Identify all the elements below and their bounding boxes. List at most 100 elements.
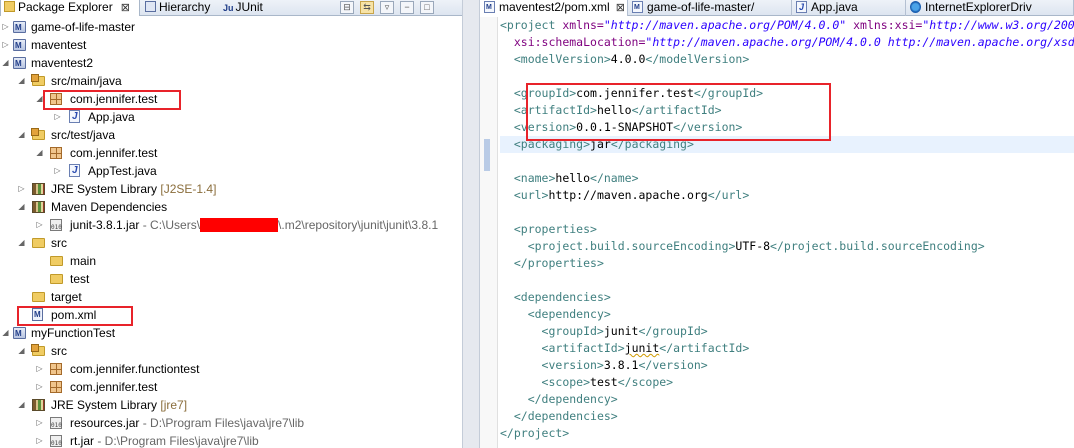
code-line: <properties> (513, 222, 597, 236)
package-icon (50, 147, 62, 159)
view-menu-button[interactable]: ▿ (380, 1, 394, 14)
collapse-arrow-icon[interactable]: ◢ (17, 396, 26, 414)
pom-editor: maventest2/pom.xml ⊠ game-of-life-master/… (480, 0, 1074, 448)
maven-project-icon (13, 37, 26, 55)
view-splitter[interactable] (462, 0, 480, 448)
tree-item-label: junit-3.8.1.jar (70, 218, 140, 232)
expand-arrow-icon[interactable]: ▷ (1, 18, 10, 36)
pom-file-icon (484, 1, 495, 13)
java-file-icon (796, 1, 807, 13)
code-line: <artifactId>junit</artifactId> (541, 341, 750, 355)
tree-item-label: App.java (88, 110, 135, 124)
editor-tab-ie-driver[interactable]: InternetExplorerDriv (906, 0, 1074, 16)
ie-icon (910, 1, 921, 13)
tree-item-label: com.jennifer.functiontest (70, 362, 200, 376)
maximize-button[interactable]: □ (420, 1, 434, 14)
package-explorer-view: Package Explorer ⊠ Hierarchy Ju JUnit ⊟ ⇆ ▿ −… (0, 0, 462, 448)
collapse-arrow-icon[interactable]: ◢ (1, 54, 10, 72)
collapse-arrow-icon[interactable]: ◢ (17, 342, 26, 360)
tree-item-label: com.jennifer.test (70, 380, 158, 394)
collapse-arrow-icon[interactable]: ◢ (17, 72, 26, 90)
package-icon (50, 363, 62, 375)
code-line: </properties> (513, 256, 604, 270)
collapse-arrow-icon[interactable]: ◢ (17, 126, 26, 144)
tab-label: JUnit (235, 0, 263, 14)
editor-tab-game-of-life[interactable]: game-of-life-master/ (628, 0, 792, 16)
tree-item-label: JRE System Library (51, 182, 158, 196)
tab-label: Hierarchy (159, 0, 211, 14)
redaction-box (200, 218, 279, 232)
tree-item-label: game-of-life-master (31, 20, 136, 34)
java-file-icon (69, 162, 80, 180)
tab-label: maventest2/pom.xml (499, 0, 610, 14)
library-icon (32, 201, 45, 213)
code-line: <groupId>junit</groupId> (541, 324, 708, 338)
java-file-icon (69, 108, 80, 126)
code-line: xsi:schemaLocation="http://maven.apache.… (513, 35, 1074, 49)
editor-tab-maventest2-pom[interactable]: maventest2/pom.xml ⊠ (480, 0, 628, 16)
highlight-box-coordinates (526, 83, 831, 141)
editor-tab-app-java[interactable]: App.java (792, 0, 906, 16)
code-line: <url>http://maven.apache.org</url> (513, 188, 750, 202)
jar-icon (50, 417, 62, 435)
jar-path-suffix: \.m2\repository\junit\junit\3.8.1 (278, 218, 439, 232)
view-tab-bar: Package Explorer ⊠ Hierarchy Ju JUnit ⊟ ⇆ ▿ −… (0, 0, 462, 16)
tab-package-explorer[interactable]: Package Explorer ⊠ (0, 0, 140, 16)
tab-label: InternetExplorerDriv (925, 0, 1032, 14)
expand-arrow-icon[interactable]: ▷ (35, 414, 44, 432)
tab-junit[interactable]: Ju JUnit (220, 0, 272, 16)
tab-label: game-of-life-master/ (647, 0, 755, 14)
expand-arrow-icon[interactable]: ▷ (53, 162, 62, 180)
expand-arrow-icon[interactable]: ▷ (17, 180, 26, 198)
library-icon (32, 399, 45, 411)
tree-item-label: maventest2 (31, 56, 94, 70)
jar-path: - D:\Program Files\java\jre7\lib (94, 434, 259, 448)
collapse-arrow-icon[interactable]: ◢ (17, 234, 26, 252)
tab-hierarchy[interactable]: Hierarchy (142, 0, 216, 16)
tree-item-label: JRE System Library (51, 398, 158, 412)
expand-arrow-icon[interactable]: ▷ (35, 360, 44, 378)
source-folder-icon (31, 344, 45, 356)
code-line: <modelVersion>4.0.0</modelVersion> (513, 52, 750, 66)
collapse-all-button[interactable]: ⊟ (340, 1, 354, 14)
collapse-arrow-icon[interactable]: ◢ (1, 324, 10, 342)
tab-label: App.java (811, 0, 858, 14)
highlight-box-pom (17, 306, 133, 326)
tree-item-label: com.jennifer.test (70, 146, 158, 160)
jar-icon (50, 435, 62, 448)
highlight-box-package (43, 90, 181, 110)
minimize-button[interactable]: − (400, 1, 414, 14)
tree-item-label: Maven Dependencies (51, 200, 168, 214)
code-line: <version>3.8.1</version> (541, 358, 708, 372)
editor-ruler (480, 17, 498, 448)
tree-item-label: src/test/java (51, 128, 116, 142)
link-with-editor-button[interactable]: ⇆ (360, 1, 374, 14)
package-explorer-icon (4, 1, 15, 12)
change-marker (484, 139, 490, 171)
tree-item-label: AppTest.java (88, 164, 157, 178)
tree-item-label: src/main/java (51, 74, 122, 88)
code-line: <name>hello</name> (513, 171, 639, 185)
expand-arrow-icon[interactable]: ▷ (35, 432, 44, 448)
source-folder-icon (31, 74, 45, 86)
collapse-arrow-icon[interactable]: ◢ (35, 144, 44, 162)
close-icon[interactable]: ⊠ (616, 2, 625, 14)
expand-arrow-icon[interactable]: ▷ (53, 108, 62, 126)
expand-arrow-icon[interactable]: ▷ (1, 36, 10, 54)
jar-icon (50, 219, 62, 237)
collapse-arrow-icon[interactable]: ◢ (17, 198, 26, 216)
tree-item-decoration: [jre7] (160, 398, 188, 412)
code-line: </dependency> (527, 392, 618, 406)
tree-item-label: src (51, 344, 67, 358)
maven-project-icon (13, 19, 26, 37)
close-icon[interactable]: ⊠ (121, 2, 130, 14)
expand-arrow-icon[interactable]: ▷ (35, 216, 44, 234)
tree-item-label: rt.jar (70, 434, 94, 448)
tree-item-label: maventest (31, 38, 87, 52)
expand-arrow-icon[interactable]: ▷ (35, 378, 44, 396)
folder-icon (50, 256, 63, 266)
code-line: </dependencies> (513, 409, 618, 423)
